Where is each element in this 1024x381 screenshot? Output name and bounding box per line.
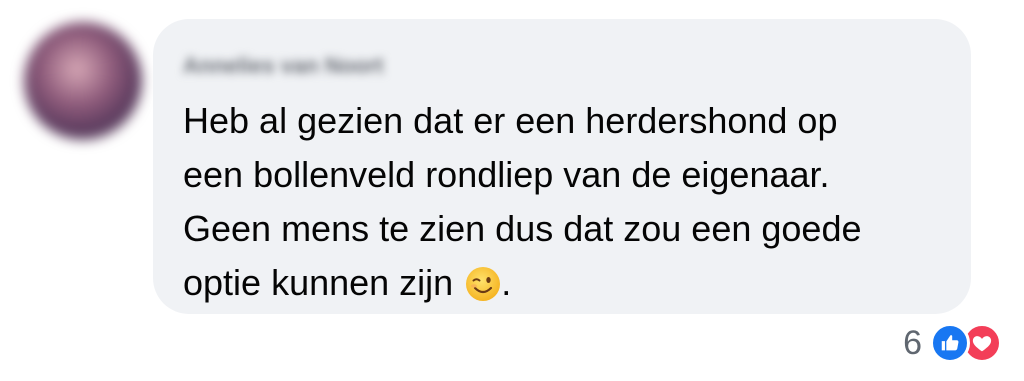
reaction-summary[interactable]: 6 bbox=[903, 321, 1002, 365]
comment-text-container: Heb al gezien dat er een herdershond op … bbox=[183, 94, 953, 310]
like-icon[interactable] bbox=[930, 323, 970, 363]
winking-face-emoji-icon bbox=[466, 267, 501, 301]
comment-text: Heb al gezien dat er een herdershond op … bbox=[183, 100, 862, 303]
comment-trailing-punctuation: . bbox=[501, 262, 512, 303]
heart-icon bbox=[972, 336, 992, 352]
reaction-count[interactable]: 6 bbox=[903, 324, 922, 363]
avatar[interactable] bbox=[24, 22, 142, 140]
thumbs-up-icon bbox=[941, 335, 959, 351]
comment-bubble: Annelies van Noort Heb al gezien dat er … bbox=[153, 19, 971, 314]
comment-author[interactable]: Annelies van Noort bbox=[183, 53, 383, 79]
